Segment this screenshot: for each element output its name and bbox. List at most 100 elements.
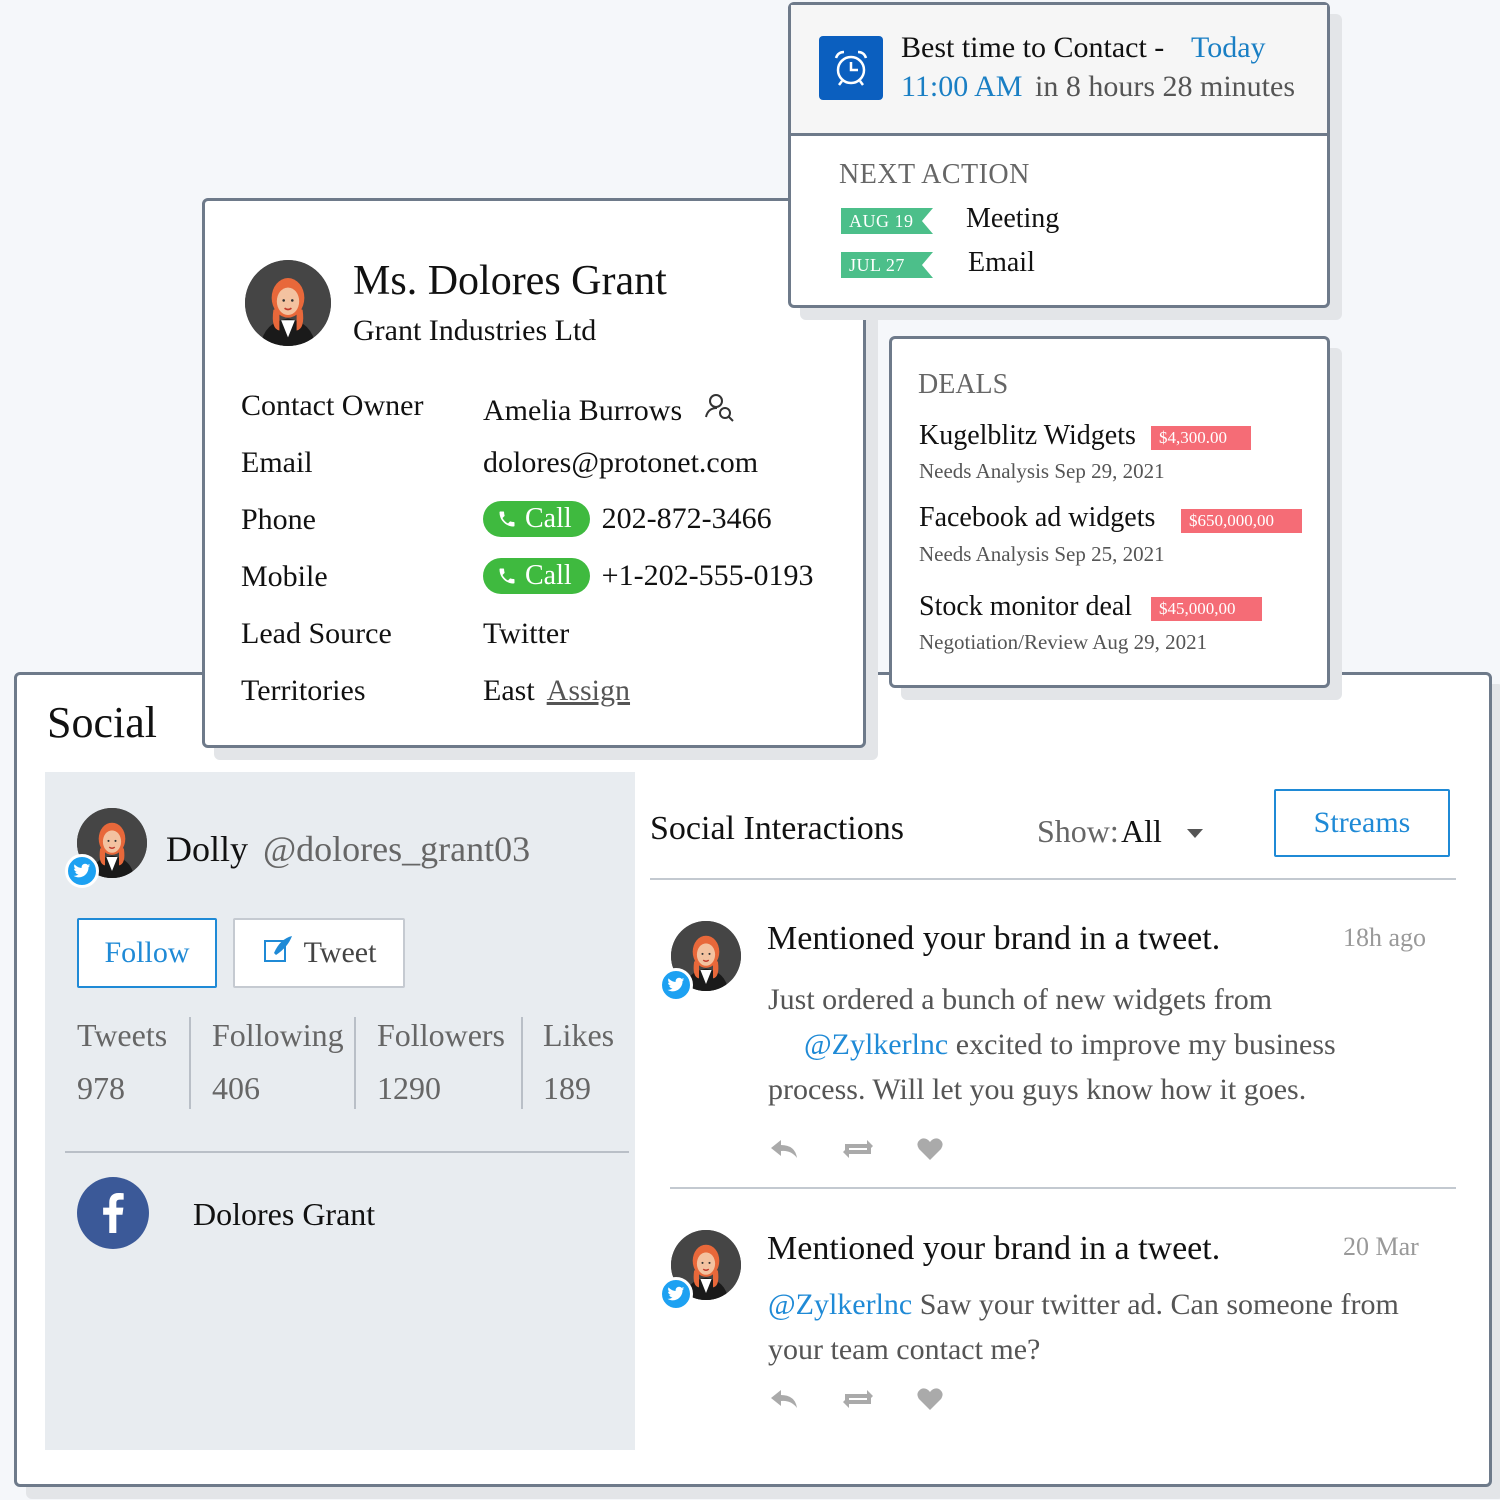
user-search-icon[interactable] xyxy=(704,391,736,431)
deal-meta: Needs Analysis Sep 29, 2021 xyxy=(919,459,1165,483)
field-label: Mobile xyxy=(241,560,328,593)
post-title: Mentioned your brand in a tweet. xyxy=(767,1230,1221,1267)
show-filter-label: Show: xyxy=(1037,813,1119,849)
stat-value: 189 xyxy=(543,1070,591,1106)
post-body: @Zylkerlnc Saw your twitter ad. Can some… xyxy=(768,1282,1438,1372)
stat-divider xyxy=(189,1017,191,1109)
stat-likes: Likes 189 xyxy=(543,1017,614,1107)
alarm-clock-icon xyxy=(819,36,883,100)
divider xyxy=(670,1187,1456,1189)
social-interactions-title: Social Interactions xyxy=(650,810,904,847)
stat-divider xyxy=(354,1017,356,1109)
tweet-button[interactable]: Tweet xyxy=(233,918,405,988)
stat-divider xyxy=(521,1017,523,1109)
post-text: Just ordered a bunch of new widgets from xyxy=(768,983,1273,1016)
field-label: Email xyxy=(241,446,313,479)
contact-name: Ms. Dolores Grant xyxy=(353,258,667,304)
best-time-day: Today xyxy=(1191,31,1266,64)
stat-label: Following xyxy=(212,1017,344,1053)
phone-icon xyxy=(499,568,515,584)
contact-avatar xyxy=(245,260,331,346)
stat-following: Following 406 xyxy=(212,1017,344,1107)
field-label: Contact Owner xyxy=(241,389,424,422)
twitter-badge-icon xyxy=(65,854,99,888)
best-time-card: Best time to Contact - Today 11:00 AM in… xyxy=(788,2,1330,308)
mention-link[interactable]: @Zylkerlnc xyxy=(768,1288,912,1321)
like-heart-icon[interactable] xyxy=(917,1137,943,1166)
best-time-value: 11:00 AM xyxy=(901,70,1023,103)
field-label: Lead Source xyxy=(241,617,392,650)
deals-heading: DEALS xyxy=(918,369,1009,400)
show-filter-select[interactable]: All xyxy=(1121,813,1162,850)
next-action-item[interactable]: Meeting xyxy=(966,203,1059,235)
twitter-badge-icon xyxy=(659,968,693,1002)
territory-value: East Assign xyxy=(483,674,630,708)
assign-link[interactable]: Assign xyxy=(547,674,630,708)
deal-name[interactable]: Kugelblitz Widgets xyxy=(919,420,1136,452)
mobile-number: +1-202-555-0193 xyxy=(601,559,814,592)
twitter-badge-icon xyxy=(659,1277,693,1311)
call-phone-button[interactable]: Call xyxy=(483,501,590,537)
field-label: Phone xyxy=(241,503,316,536)
post-body: Just ordered a bunch of new widgets from… xyxy=(768,977,1438,1112)
stat-followers: Followers 1290 xyxy=(377,1017,505,1107)
chevron-down-icon[interactable] xyxy=(1187,829,1203,838)
deal-meta: Needs Analysis Sep 25, 2021 xyxy=(919,542,1165,566)
facebook-icon[interactable] xyxy=(77,1177,149,1249)
phone-icon xyxy=(499,511,515,527)
email-value[interactable]: dolores@protonet.com xyxy=(483,446,758,480)
deal-name[interactable]: Facebook ad widgets xyxy=(919,502,1155,534)
stat-label: Likes xyxy=(543,1017,615,1053)
best-time-relative: in 8 hours 28 minutes xyxy=(1035,70,1295,103)
contact-card: Ms. Dolores Grant Grant Industries Ltd C… xyxy=(202,198,866,748)
social-profile-panel: Dolly @dolores_grant03 Follow Tweet Twee… xyxy=(45,772,635,1450)
deal-name[interactable]: Stock monitor deal xyxy=(919,591,1132,623)
best-time-banner: Best time to Contact - Today 11:00 AM in… xyxy=(791,5,1327,136)
next-action-item[interactable]: Email xyxy=(968,247,1035,279)
post-actions xyxy=(769,1386,943,1417)
stat-value: 1290 xyxy=(377,1070,441,1106)
profile-handle: @dolores_grant03 xyxy=(263,829,531,869)
mention-link[interactable]: @Zylkerlnc xyxy=(804,1028,948,1061)
deal-amount-badge: $45,000,00 xyxy=(1151,597,1262,621)
stat-value: 978 xyxy=(77,1070,125,1106)
deal-amount-badge: $4,300.00 xyxy=(1151,426,1251,450)
next-action-heading: NEXT ACTION xyxy=(839,159,1030,190)
social-card: Social Dolly @dolores_grant03 Follow Twe… xyxy=(14,672,1492,1487)
phone-number: 202-872-3466 xyxy=(601,502,772,535)
retweet-icon[interactable] xyxy=(839,1386,877,1417)
call-label: Call xyxy=(525,503,572,534)
like-heart-icon[interactable] xyxy=(917,1387,943,1416)
deal-amount-badge: $650,000,00 xyxy=(1181,509,1302,533)
facebook-profile-name[interactable]: Dolores Grant xyxy=(193,1196,375,1233)
date-ribbon: JUL 27 xyxy=(841,252,933,278)
stat-label: Followers xyxy=(377,1017,505,1053)
post-actions xyxy=(769,1136,943,1167)
reply-icon[interactable] xyxy=(769,1386,799,1417)
post-timestamp: 20 Mar xyxy=(1343,1232,1419,1261)
streams-button[interactable]: Streams xyxy=(1274,789,1450,857)
stat-tweets: Tweets 978 xyxy=(77,1017,167,1107)
date-ribbon: AUG 19 xyxy=(841,208,933,234)
best-time-label: Best time to Contact - xyxy=(901,31,1165,64)
phone-value: Call 202-872-3466 xyxy=(483,501,772,537)
stat-label: Tweets xyxy=(77,1017,168,1053)
follow-button[interactable]: Follow xyxy=(77,918,217,988)
divider xyxy=(650,878,1456,880)
stat-value: 406 xyxy=(212,1070,260,1106)
post-timestamp: 18h ago xyxy=(1343,923,1427,952)
deals-card: DEALS Kugelblitz Widgets $4,300.00 Needs… xyxy=(889,336,1330,688)
retweet-icon[interactable] xyxy=(839,1136,877,1167)
call-mobile-button[interactable]: Call xyxy=(483,558,590,594)
lead-source-value: Twitter xyxy=(483,617,570,650)
contact-company: Grant Industries Ltd xyxy=(353,314,597,347)
post-title: Mentioned your brand in a tweet. xyxy=(767,920,1221,957)
reply-icon[interactable] xyxy=(769,1136,799,1167)
profile-name: Dolly xyxy=(166,829,249,869)
territory-name: East xyxy=(483,674,535,707)
tweet-button-label: Tweet xyxy=(303,936,377,969)
divider xyxy=(65,1151,629,1153)
mobile-value: Call +1-202-555-0193 xyxy=(483,558,814,594)
deal-meta: Negotiation/Review Aug 29, 2021 xyxy=(919,630,1208,654)
call-label: Call xyxy=(525,560,572,591)
